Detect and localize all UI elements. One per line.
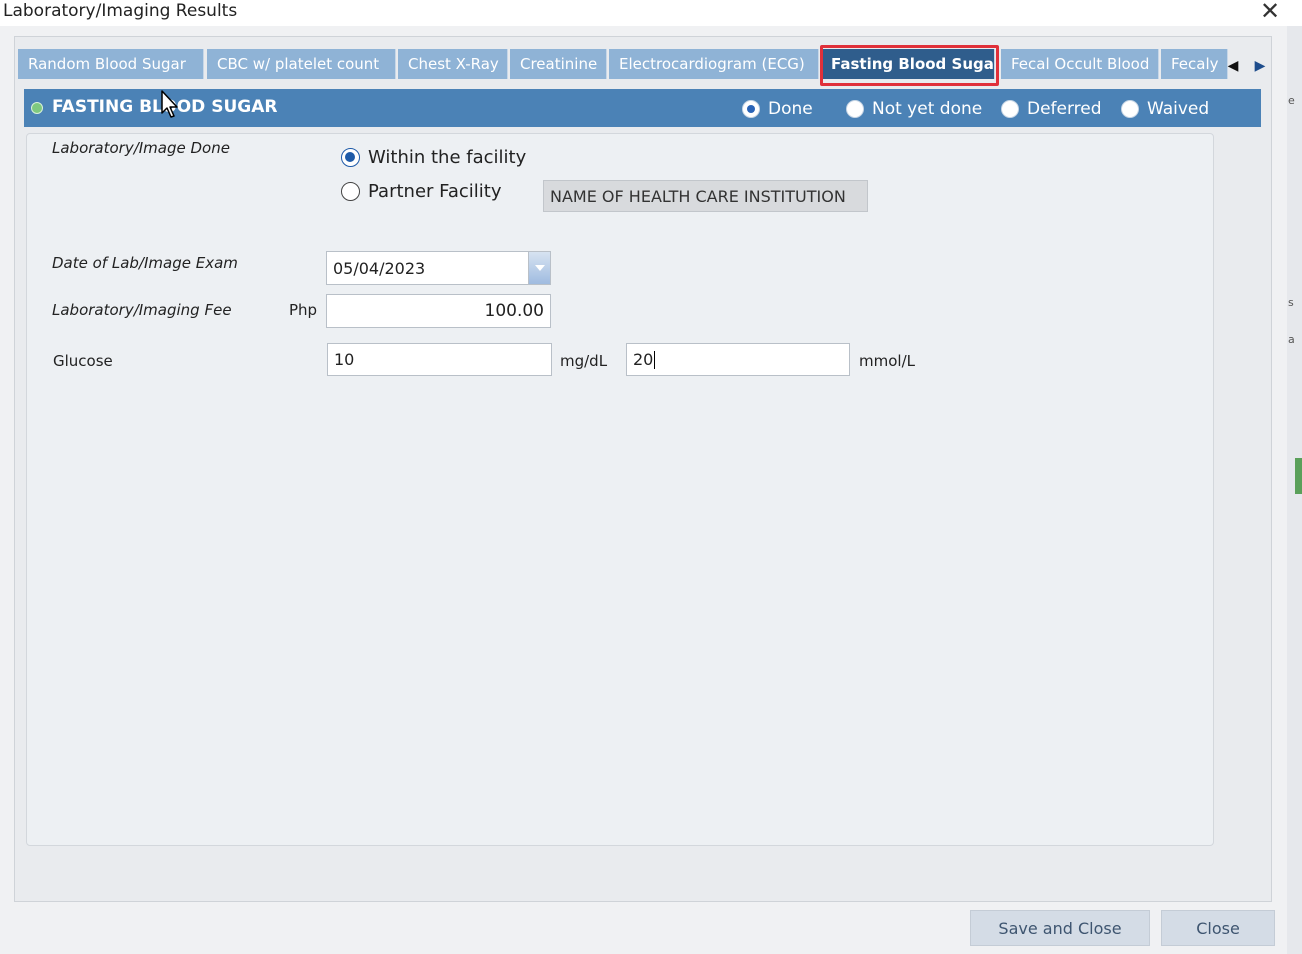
tab-random-blood-sugar[interactable]: Random Blood Sugar [18,49,204,79]
radio-partner-facility[interactable]: Partner Facility [341,181,501,202]
status-radio-label: Not yet done [872,99,983,119]
radio-selected-icon [341,148,360,167]
background-window-edge: e s a [1287,26,1302,954]
status-radio-waived[interactable]: Waived [1121,99,1209,119]
radio-unselected-icon [1121,100,1139,118]
date-value: 05/04/2023 [333,258,426,278]
status-radio-done[interactable]: Done [742,99,813,119]
fee-input[interactable]: 100.00 [326,294,551,328]
text-caret [654,350,656,369]
tab-fecal-occult-blood[interactable]: Fecal Occult Blood [1001,49,1159,79]
glucose-mgdl-input[interactable]: 10 [327,343,552,376]
tab-cbc-platelet-count[interactable]: CBC w/ platelet count [207,49,396,79]
date-picker-field[interactable]: 05/04/2023 [326,251,551,285]
tab-fasting-blood-sugar[interactable]: Fasting Blood Sugar [821,49,995,79]
edge-text-fragment: a [1288,333,1295,346]
radio-unselected-icon [846,100,864,118]
radio-within-facility[interactable]: Within the facility [341,147,526,168]
edge-text-fragment: e [1288,94,1295,107]
tab-scroll-right-icon[interactable]: ▶ [1253,56,1267,76]
glucose-mgdl-unit: mg/dL [560,352,608,370]
edge-green-bar [1295,458,1302,494]
save-and-close-button[interactable]: Save and Close [970,910,1150,946]
tab-fecalysis[interactable]: Fecaly [1161,49,1228,79]
status-radio-deferred[interactable]: Deferred [1001,99,1102,119]
radio-label: Partner Facility [368,181,502,202]
title-bar: Laboratory/Imaging Results ✕ [0,0,1302,26]
form-content [26,133,1214,846]
tab-chest-x-ray[interactable]: Chest X-Ray [398,49,508,79]
edge-text-fragment: s [1288,296,1294,309]
lab-done-label: Laboratory/Image Done [52,139,230,157]
tab-electrocardiogram[interactable]: Electrocardiogram (ECG) [609,49,819,79]
radio-label: Within the facility [368,147,527,168]
lab-results-dialog: Laboratory/Imaging Results ✕ e s a Rando… [0,0,1302,954]
exam-tab-strip: Random Blood Sugar CBC w/ platelet count… [18,49,1228,81]
section-title: FASTING BLOOD SUGAR [52,97,278,117]
fee-label: Laboratory/Imaging Fee [52,301,232,319]
radio-unselected-icon [1001,100,1019,118]
radio-unselected-icon [341,182,360,201]
glucose-label: Glucose [53,352,113,370]
tab-creatinine[interactable]: Creatinine [510,49,607,79]
institution-name-field: NAME OF HEALTH CARE INSTITUTION [543,180,868,212]
tab-scroll-left-icon[interactable]: ◀ [1226,56,1240,76]
dialog-title: Laboratory/Imaging Results [3,1,238,21]
status-radio-label: Waived [1147,99,1210,119]
glucose-mmol-input[interactable]: 20 [626,343,850,376]
close-icon[interactable]: ✕ [1258,0,1282,24]
fee-currency: Php [289,301,318,319]
radio-selected-icon [742,100,760,118]
status-radio-not-yet-done[interactable]: Not yet done [846,99,982,119]
glucose-mmol-value: 20 [633,350,654,369]
glucose-mmol-unit: mmol/L [859,352,915,370]
date-label: Date of Lab/Image Exam [52,254,238,272]
chevron-down-icon[interactable] [528,252,550,284]
close-button[interactable]: Close [1161,910,1275,946]
check-circle-icon [31,102,43,114]
section-header: FASTING BLOOD SUGAR Done Not yet done De… [24,89,1261,127]
status-radio-label: Done [768,99,813,119]
status-radio-label: Deferred [1027,99,1102,119]
